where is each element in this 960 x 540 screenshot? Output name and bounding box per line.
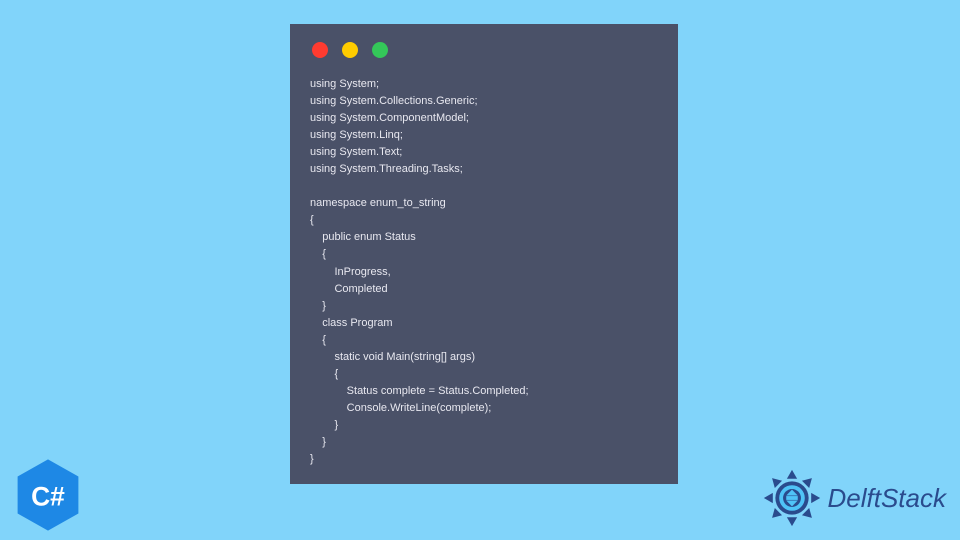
minimize-dot-icon	[342, 42, 358, 58]
code-window: using System; using System.Collections.G…	[290, 24, 678, 484]
code-block: using System; using System.Collections.G…	[310, 76, 658, 468]
window-traffic-lights	[310, 42, 658, 58]
delftstack-wordmark: DelftStack	[828, 483, 947, 514]
delftstack-logo: DelftStack	[760, 466, 947, 530]
csharp-badge-label: C#	[31, 482, 65, 512]
delftstack-emblem-icon	[760, 466, 824, 530]
csharp-badge-icon: C#	[14, 458, 82, 532]
close-dot-icon	[312, 42, 328, 58]
maximize-dot-icon	[372, 42, 388, 58]
